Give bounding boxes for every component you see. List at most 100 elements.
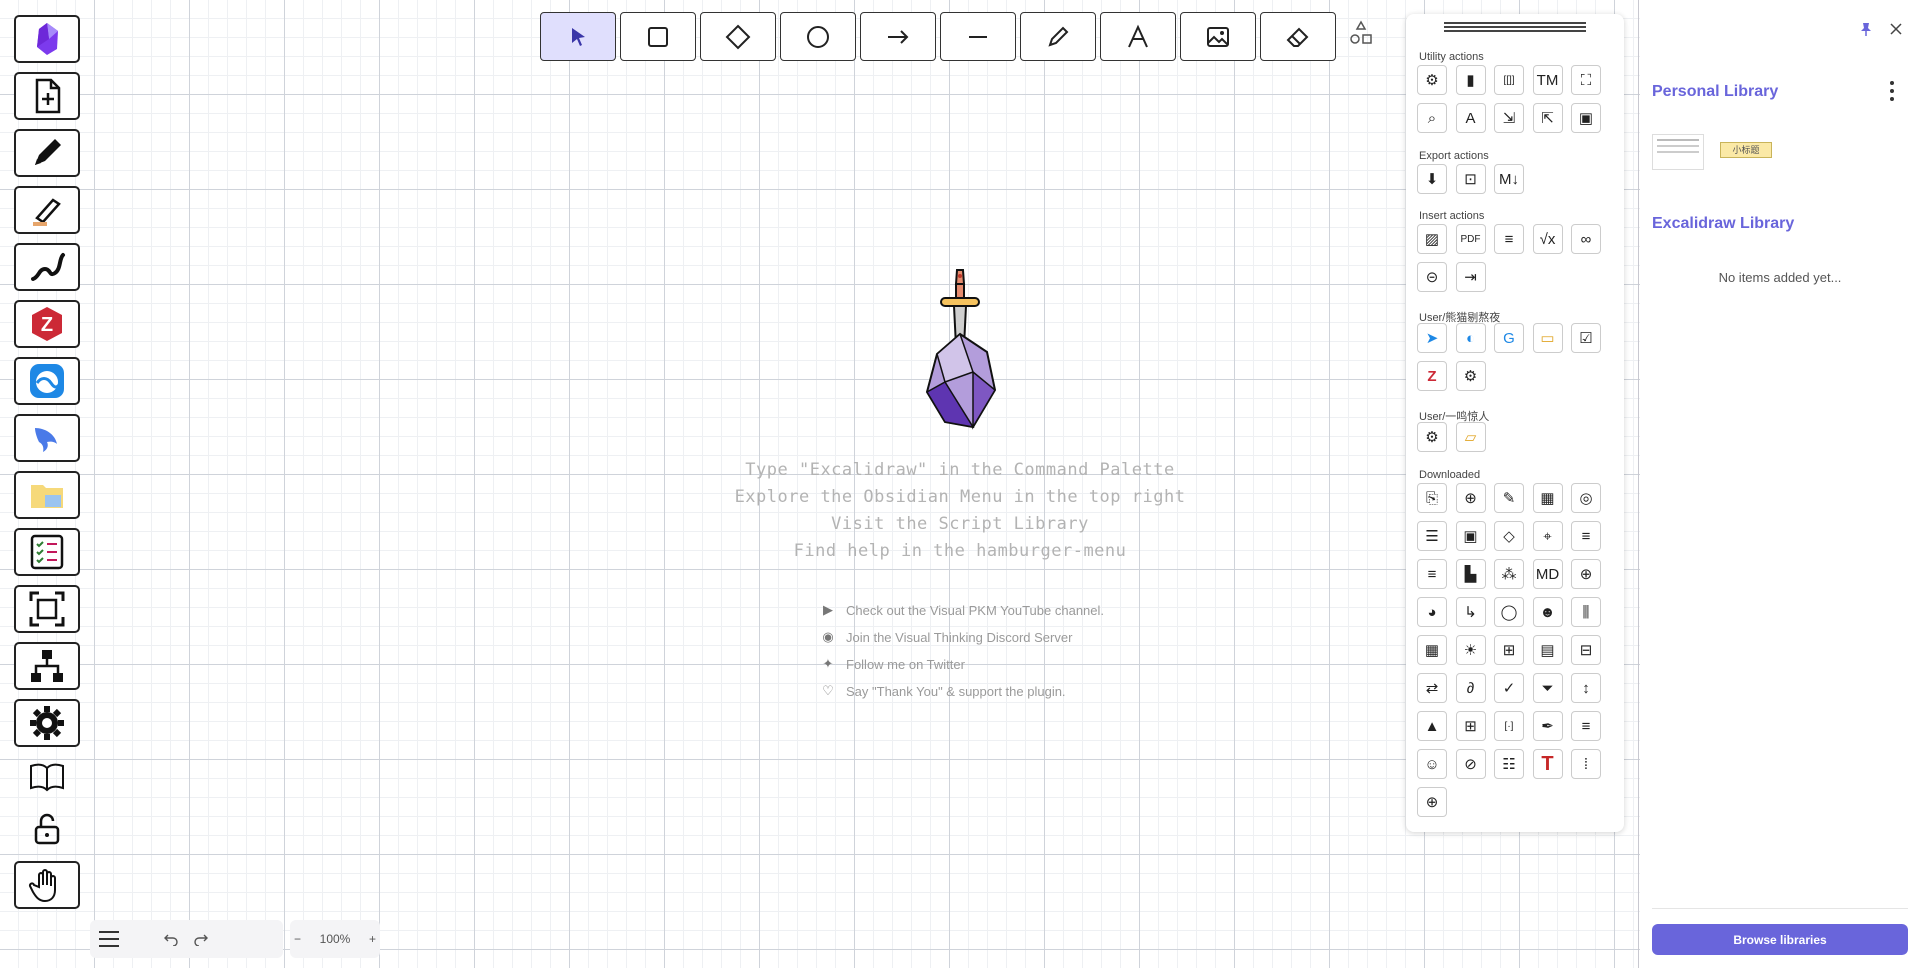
library-book-button[interactable]: [14, 752, 80, 800]
script-button[interactable]: ⇱: [1532, 103, 1563, 133]
script-button[interactable]: √x: [1532, 224, 1563, 254]
script-button[interactable]: ⫼: [1571, 597, 1601, 627]
script-button[interactable]: ☺: [1417, 749, 1447, 779]
script-button[interactable]: ⊞: [1455, 711, 1486, 741]
script-button[interactable]: ≡: [1494, 224, 1524, 254]
rectangle-tool[interactable]: [620, 12, 696, 61]
zoom-level[interactable]: 100%: [320, 932, 351, 946]
script-button[interactable]: ▨: [1417, 224, 1447, 254]
script-button[interactable]: T: [1532, 749, 1563, 779]
script-button[interactable]: ▤: [1532, 635, 1563, 665]
script-button[interactable]: A: [1455, 103, 1486, 133]
script-button[interactable]: ⎘: [1417, 483, 1447, 513]
excalidraw-library-title[interactable]: Excalidraw Library: [1652, 215, 1794, 233]
script-button[interactable]: ≡: [1417, 559, 1447, 589]
hamburger-menu-icon[interactable]: [98, 929, 120, 949]
script-button[interactable]: ▦: [1532, 483, 1563, 513]
highlighter-button[interactable]: [14, 186, 80, 234]
script-button[interactable]: [·]: [1494, 711, 1524, 741]
line-tool[interactable]: [940, 12, 1016, 61]
script-button[interactable]: ⛶: [1571, 65, 1601, 95]
folder-button[interactable]: [14, 471, 80, 519]
script-button[interactable]: ⊟: [1571, 635, 1601, 665]
pin-icon[interactable]: [1859, 22, 1873, 36]
selection-tool[interactable]: [540, 12, 616, 61]
script-button[interactable]: ⊞: [1494, 635, 1524, 665]
youtube-link[interactable]: ▶ Check out the Visual PKM YouTube channe…: [820, 602, 1104, 618]
text-tool[interactable]: [1100, 12, 1176, 61]
script-button[interactable]: M↓: [1494, 164, 1524, 194]
script-button[interactable]: ▱: [1455, 422, 1486, 452]
script-button[interactable]: ⁞: [1571, 749, 1601, 779]
personal-library-title[interactable]: Personal Library: [1652, 83, 1778, 101]
script-button[interactable]: ⚙: [1417, 422, 1447, 452]
script-button[interactable]: ◐: [1455, 323, 1486, 353]
script-button[interactable]: ⌕: [1417, 103, 1447, 133]
script-button[interactable]: ⊕: [1417, 787, 1447, 817]
settings-button[interactable]: [14, 699, 80, 747]
pane-divider[interactable]: [1638, 0, 1639, 968]
hand-tool-button[interactable]: [14, 861, 80, 909]
script-button[interactable]: ▣: [1571, 103, 1601, 133]
script-button[interactable]: ◕: [1417, 597, 1447, 627]
script-button[interactable]: ☑: [1571, 323, 1601, 353]
script-button[interactable]: ✒: [1532, 711, 1563, 741]
script-button[interactable]: ▙: [1455, 559, 1486, 589]
pen-tool-button[interactable]: [14, 129, 80, 177]
diamond-tool[interactable]: [700, 12, 776, 61]
script-button[interactable]: ➤: [1417, 323, 1447, 353]
redo-icon[interactable]: [194, 932, 208, 946]
panel-drag-handle[interactable]: [1444, 22, 1586, 36]
script-button[interactable]: PDF: [1455, 224, 1486, 254]
script-button[interactable]: ◯: [1494, 597, 1524, 627]
more-options-icon[interactable]: [1888, 80, 1896, 102]
script-button[interactable]: ∂: [1455, 673, 1486, 703]
script-button[interactable]: ▣: [1455, 521, 1486, 551]
support-link[interactable]: ♡ Say "Thank You" & support the plugin.: [820, 683, 1065, 699]
zoom-out-button[interactable]: −: [294, 932, 301, 946]
script-button[interactable]: ☷: [1494, 749, 1524, 779]
browse-libraries-button[interactable]: Browse libraries: [1652, 924, 1908, 955]
zoom-in-button[interactable]: +: [369, 932, 376, 946]
checklist-button[interactable]: [14, 528, 80, 576]
freedraw-button[interactable]: [14, 243, 80, 291]
draw-tool[interactable]: [1020, 12, 1096, 61]
discord-link[interactable]: ◉ Join the Visual Thinking Discord Server: [820, 629, 1072, 645]
script-button[interactable]: ▲: [1417, 711, 1447, 741]
wave-app-button[interactable]: [14, 357, 80, 405]
script-button[interactable]: ⇄: [1417, 673, 1447, 703]
bird-button[interactable]: [14, 414, 80, 462]
script-button[interactable]: ☻: [1532, 597, 1563, 627]
script-button[interactable]: ⇲: [1494, 103, 1524, 133]
close-icon[interactable]: [1890, 23, 1902, 35]
library-item-tag[interactable]: 小标题: [1720, 142, 1772, 158]
script-button[interactable]: ☰: [1417, 521, 1447, 551]
undo-icon[interactable]: [164, 932, 178, 946]
script-button[interactable]: ↳: [1455, 597, 1486, 627]
more-shapes-button[interactable]: [1346, 18, 1376, 48]
script-button[interactable]: ⏷: [1532, 673, 1563, 703]
script-button[interactable]: ✓: [1494, 673, 1524, 703]
script-button[interactable]: ⊡: [1455, 164, 1486, 194]
new-file-button[interactable]: [14, 72, 80, 120]
script-button[interactable]: Z: [1417, 361, 1447, 391]
script-button[interactable]: ⊕: [1455, 483, 1486, 513]
script-button[interactable]: ☀: [1455, 635, 1486, 665]
script-button[interactable]: ⇥: [1455, 262, 1486, 292]
script-button[interactable]: ≡: [1571, 521, 1601, 551]
obsidian-logo-button[interactable]: [14, 15, 80, 63]
library-item-thumbnail[interactable]: [1652, 134, 1704, 170]
zotero-button[interactable]: Z: [14, 300, 80, 348]
script-button[interactable]: ▭: [1532, 323, 1563, 353]
script-button[interactable]: ⚙: [1455, 361, 1486, 391]
script-button[interactable]: ⁂: [1494, 559, 1524, 589]
script-button[interactable]: ✎: [1494, 483, 1524, 513]
hierarchy-button[interactable]: [14, 642, 80, 690]
script-button[interactable]: ▮: [1455, 65, 1486, 95]
frame-button[interactable]: [14, 585, 80, 633]
script-button[interactable]: ≡: [1571, 711, 1601, 741]
script-button[interactable]: ∞: [1571, 224, 1601, 254]
twitter-link[interactable]: ✦ Follow me on Twitter: [820, 656, 965, 672]
script-button[interactable]: ◎: [1571, 483, 1601, 513]
script-button[interactable]: G: [1494, 323, 1524, 353]
